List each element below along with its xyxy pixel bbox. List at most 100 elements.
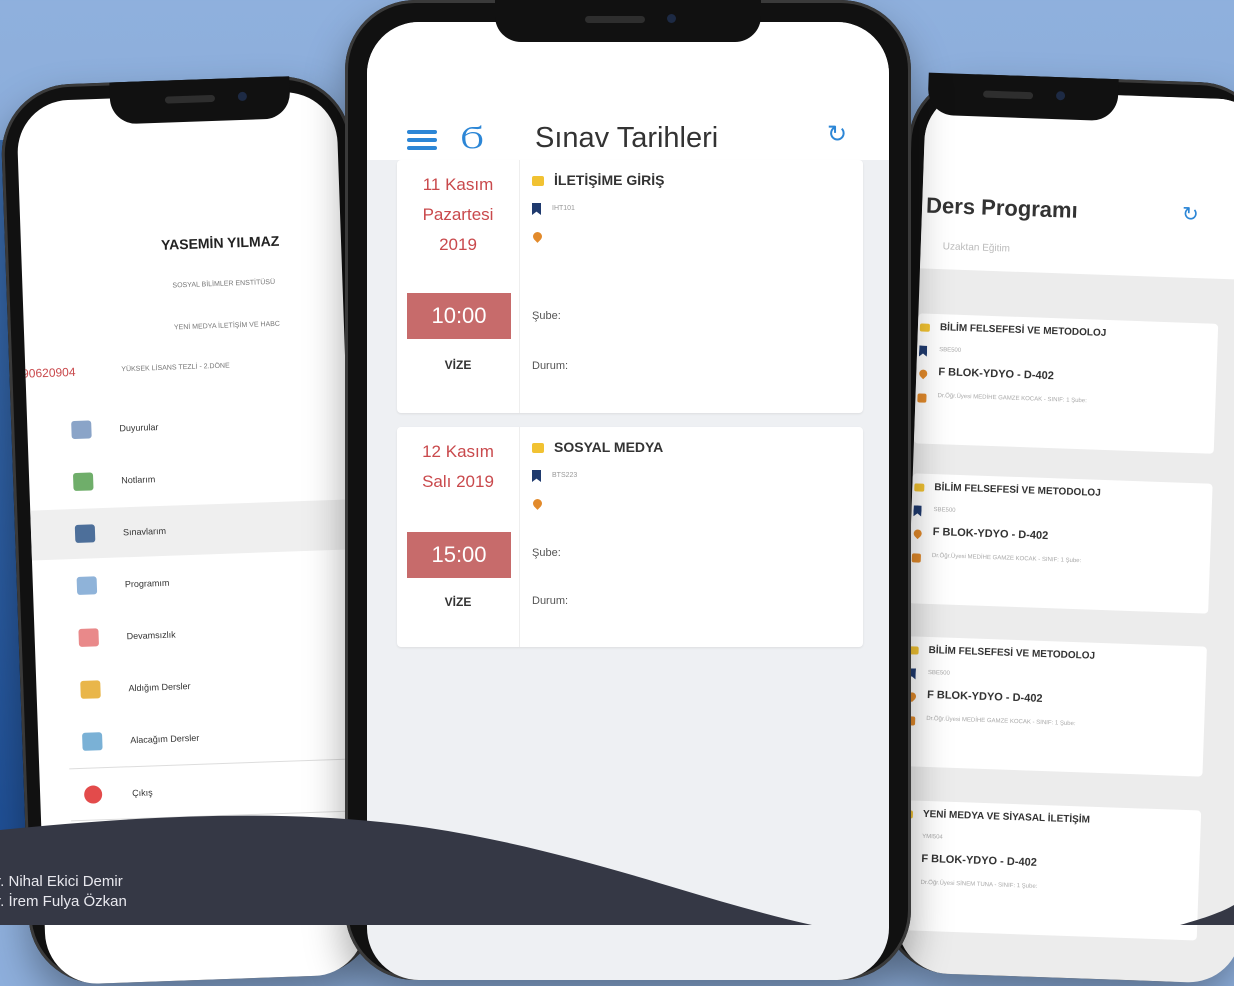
- branch-label: Şube:: [532, 547, 561, 559]
- class-code: YMI504: [922, 833, 943, 841]
- menu-label: Notlarım: [121, 474, 156, 486]
- refresh-icon[interactable]: ↻: [827, 120, 847, 148]
- page-title: Ders Programı: [925, 192, 1079, 223]
- class-teacher: Dr.Öğr.Üyesi MEDİHE GAMZE KOCAK - SINIF:…: [937, 393, 1087, 405]
- refresh-icon[interactable]: ↻: [1182, 202, 1200, 227]
- class-card[interactable]: BİLİM FELSEFESİ VE METODOLOJ SBE500 F BL…: [902, 636, 1207, 777]
- speaker: [164, 94, 216, 104]
- logout-icon: [83, 785, 103, 804]
- credit-line: r. İrem Fulya Özkan: [0, 893, 127, 910]
- class-code: SBE500: [939, 347, 962, 354]
- class-name: BİLİM FELSEFESİ VE METODOLOJ: [928, 644, 1096, 662]
- exam-type: VİZE: [444, 595, 472, 609]
- schedule-subtitle: Uzaktan Eğitim: [942, 241, 1011, 255]
- class-teacher: Dr.Öğr.Üyesi SİNEM TUNA - SINIF: 1 Şube:: [920, 879, 1038, 890]
- class-location: F BLOK-YDYO - D-402: [938, 366, 1055, 383]
- exams-icon: [74, 524, 96, 544]
- phone-notch: [109, 76, 291, 125]
- front-camera: [667, 14, 676, 23]
- class-name: BİLİM FELSEFESİ VE METODOLOJ: [934, 482, 1101, 499]
- menu-label: Devamsızlık: [126, 629, 176, 642]
- student-number: 190620904: [15, 364, 76, 381]
- book-icon: [914, 483, 925, 492]
- bookmark-icon: [919, 345, 927, 356]
- hamburger-menu-icon[interactable]: [407, 130, 437, 150]
- class-name: BİLİM FELSEFESİ VE METODOLOJ: [939, 322, 1107, 339]
- course-title: SOSYAL MEDYA: [532, 439, 663, 455]
- phone-notch: [927, 72, 1119, 122]
- menu-label: Sınavlarım: [122, 525, 167, 538]
- front-camera: [237, 91, 248, 102]
- class-location: F BLOK-YDYO - D-402: [926, 688, 1043, 705]
- menu-label: Duyurular: [119, 422, 159, 434]
- class-card[interactable]: BİLİM FELSEFESİ VE METODOLOJ SBE500 F BL…: [913, 313, 1219, 454]
- user-program: YÜKSEK LİSANS TEZLİ - 2.DÖNE: [121, 362, 230, 374]
- class-teacher: Dr.Öğr.Üyesi MEDİHE GAMZE KOCAK - SINIF:…: [931, 553, 1082, 565]
- teacher-icon: [911, 553, 922, 563]
- class-card[interactable]: BİLİM FELSEFESİ VE METODOLOJ SBE500 F BL…: [908, 473, 1213, 614]
- bookmark-icon: [532, 203, 541, 215]
- menu-label: Alacağım Dersler: [130, 732, 200, 746]
- speaker: [585, 16, 645, 23]
- branch-label: Şube:: [532, 310, 561, 322]
- taken-courses-icon: [80, 680, 101, 699]
- exam-date-line: Pazartesi: [422, 205, 494, 224]
- bookmark-icon: [532, 470, 541, 482]
- status-label: Durum:: [532, 360, 569, 372]
- credits: r. Nihal Ekici Demir r. İrem Fulya Özkan: [0, 872, 127, 912]
- speaker: [982, 90, 1034, 100]
- location-pin-icon: [912, 527, 924, 540]
- exam-type: VİZE: [444, 358, 472, 372]
- announcement-icon: [71, 420, 92, 440]
- exam-dates-screen: Ϭ Sınav Tarihleri ↻ 11 Kasım Pazartesi 2…: [367, 22, 889, 980]
- menu-label: Çıkış: [131, 787, 153, 799]
- phone-center: Ϭ Sınav Tarihleri ↻ 11 Kasım Pazartesi 2…: [345, 0, 911, 980]
- exam-card[interactable]: 12 Kasım Salı 2019 15:00 VİZE SOSYAL MED…: [397, 427, 863, 647]
- course-code: BTS223: [552, 472, 578, 479]
- menu-item-schedule[interactable]: Programım: [32, 551, 367, 613]
- menu-item-absence[interactable]: Devamsızlık: [34, 603, 367, 665]
- schedule-icon: [76, 576, 98, 595]
- course-name: SOSYAL MEDYA: [554, 439, 664, 455]
- card-separator: [519, 427, 520, 647]
- course-code: IHT101: [552, 205, 575, 212]
- location-pin-icon: [917, 367, 929, 380]
- book-icon: [919, 323, 931, 332]
- class-code: SBE500: [927, 669, 950, 677]
- book-icon: [532, 443, 544, 454]
- bookmark-icon: [913, 505, 921, 516]
- book-icon: [532, 176, 544, 187]
- class-card[interactable]: YENİ MEDYA VE SİYASAL İLETİŞİM YMI504 F …: [896, 800, 1202, 941]
- university-logo-icon: Ϭ: [461, 118, 484, 156]
- user-institute: SOSYAL BİLİMLER ENSTİTÜSÜ: [172, 278, 276, 290]
- exam-card[interactable]: 11 Kasım Pazartesi 2019 10:00 VİZE İLETİ…: [397, 160, 863, 413]
- exam-date-line: Salı 2019: [422, 472, 494, 491]
- class-name: YENİ MEDYA VE SİYASAL İLETİŞİM: [922, 808, 1091, 826]
- upcoming-courses-icon: [82, 732, 103, 751]
- absence-icon: [78, 628, 100, 647]
- page-title: Sınav Tarihleri: [535, 122, 719, 154]
- course-title: İLETİŞİME GİRİŞ: [532, 172, 664, 188]
- exam-date-line: 2019: [439, 235, 477, 254]
- grades-chart-icon: [72, 472, 94, 492]
- user-department: YENİ MEDYA İLETİŞİM VE HABC: [173, 320, 281, 332]
- menu-item-exams[interactable]: Sınavlarım: [30, 498, 367, 561]
- menu-item-taken-courses[interactable]: Aldığım Dersler: [36, 655, 367, 717]
- phone-left: YASEMİN YILMAZ SOSYAL BİLİMLER ENSTİTÜSÜ…: [0, 74, 381, 986]
- class-location: F BLOK-YDYO - D-402: [932, 526, 1049, 543]
- credit-line: r. Nihal Ekici Demir: [0, 873, 123, 890]
- menu-item-grades[interactable]: Notlarım: [28, 447, 366, 509]
- card-separator: [519, 160, 520, 413]
- exam-date-line: 12 Kasım: [422, 442, 494, 461]
- status-label: Durum:: [532, 595, 569, 607]
- exam-time-badge: 15:00: [407, 532, 511, 578]
- phone-right: Ders Programı ↻ Uzaktan Eğitim BİLİM FEL…: [879, 71, 1234, 985]
- user-name: YASEMİN YILMAZ: [160, 232, 280, 253]
- front-camera: [1055, 91, 1066, 101]
- schedule-screen: Ders Programı ↻ Uzaktan Eğitim BİLİM FEL…: [895, 88, 1234, 985]
- menu-label: Programım: [124, 577, 170, 590]
- phone-notch: [495, 0, 761, 42]
- location-pin-icon: [531, 230, 544, 243]
- exam-date-line: 11 Kasım: [422, 175, 494, 194]
- menu-item-announcements[interactable]: Duyurular: [27, 395, 367, 457]
